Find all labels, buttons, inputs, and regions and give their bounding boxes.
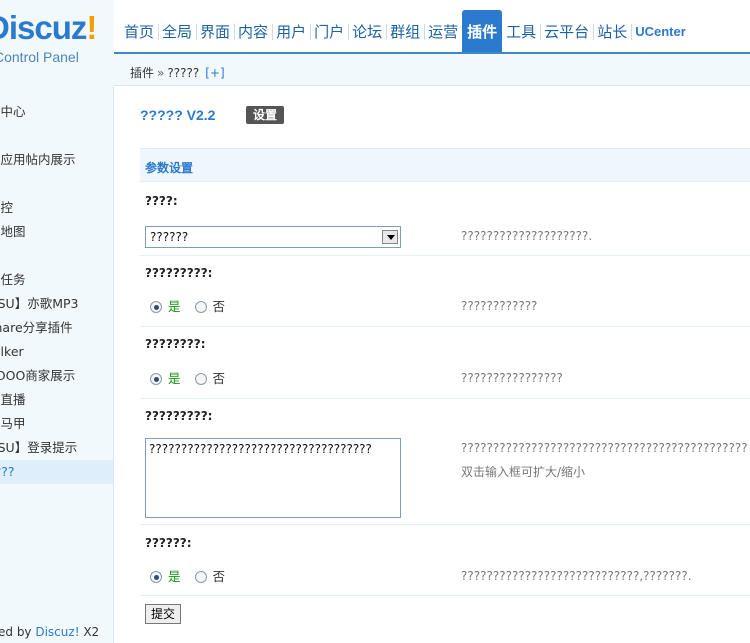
sidebar-item[interactable]: 展中心	[0, 100, 113, 124]
field-tip-resize-hint: 双击输入框可扩大/缩小	[461, 465, 586, 479]
sidebar-item[interactable]: 游应用帖内展示	[0, 148, 113, 172]
sidebar-footer: ed by Discuz! X2	[0, 625, 100, 639]
section-title: 参数设置	[145, 161, 194, 175]
nav-global[interactable]: 全局	[158, 10, 198, 52]
radio-no-label[interactable]: 否	[213, 569, 226, 584]
radio-group: 是否	[150, 368, 226, 386]
radio-yes-label[interactable]: 是	[168, 371, 181, 386]
sidebar-item[interactable]: 件	[0, 124, 113, 148]
breadcrumb-separator: »	[157, 66, 165, 80]
field-tip: ????????????	[461, 299, 538, 313]
sidebar-item[interactable]: 手任务	[0, 268, 113, 292]
breadcrumb: 插件»????? [+]	[130, 64, 225, 81]
submit-button[interactable]: 提交	[145, 604, 182, 624]
sidebar-item[interactable]: Q	[0, 172, 113, 196]
radio-group: 是否	[150, 566, 226, 584]
field-tip: ????????????????????????????????????????…	[461, 441, 748, 455]
radio-yes-label[interactable]: 是	[168, 569, 181, 584]
select-value: ??????	[150, 230, 189, 244]
radio-group: 是否	[150, 296, 226, 314]
nav-plugin[interactable]: 插件	[462, 10, 503, 52]
section-header: 参数设置	[140, 148, 750, 182]
nav-user[interactable]: 用户	[272, 10, 312, 52]
field-tip: ????????????????????????????,???????.	[461, 569, 692, 583]
nav-portal[interactable]: 门户	[310, 10, 350, 52]
option-select[interactable]: ??????	[145, 226, 401, 248]
sidebar: 展中心 件 游应用帖内展示 Q 博控 市地图 影 手任务 DSU】亦歌MP3 s…	[0, 86, 114, 643]
dropdown-arrow-icon[interactable]	[382, 230, 398, 244]
settings-button[interactable]: 设置	[246, 106, 285, 124]
field-label: ????:	[145, 194, 178, 208]
field-label: ?????????:	[145, 409, 213, 423]
sidebar-item[interactable]: DSU】亦歌MP3	[0, 292, 113, 316]
sidebar-item[interactable]: talker	[0, 340, 113, 364]
radio-yes[interactable]	[150, 301, 162, 313]
top-nav: 首页 全局 界面 内容 用户 门户 论坛 群组 运营 插件 工具 云平台 站长 …	[114, 0, 750, 54]
sidebar-item-active[interactable]: ????	[0, 460, 113, 484]
logo-subtitle: Control Panel	[0, 49, 79, 65]
row-divider	[140, 326, 750, 327]
row-divider	[140, 595, 750, 596]
sidebar-item[interactable]: share分享插件	[0, 316, 113, 340]
nav-extended[interactable]: 运营	[424, 10, 462, 52]
radio-no[interactable]	[194, 301, 207, 313]
plugin-title: ????? V2.2	[140, 107, 216, 123]
breadcrumb-bar: 插件»????? [+]	[114, 54, 750, 86]
breadcrumb-root[interactable]: 插件	[130, 66, 154, 80]
row-divider	[140, 398, 750, 399]
radio-no[interactable]	[194, 571, 207, 583]
radio-yes-label[interactable]: 是	[168, 299, 181, 314]
radio-yes[interactable]	[150, 571, 162, 583]
sidebar-item[interactable]: 影	[0, 244, 113, 268]
field-tip: ????????????????	[461, 371, 563, 385]
logo-bang: !	[86, 9, 97, 46]
row-divider	[140, 524, 750, 525]
text-area-input[interactable]: ???????????????????????????????????	[145, 438, 401, 518]
field-label: ?????????:	[145, 266, 213, 280]
sidebar-item[interactable]: 的马甲	[0, 412, 113, 436]
field-label: ??????:	[145, 536, 192, 550]
logo-text: Discuz	[0, 9, 87, 46]
radio-no-label[interactable]: 否	[213, 299, 226, 314]
sidebar-item[interactable]: 视直播	[0, 388, 113, 412]
sidebar-item[interactable]: XOOO商家展示	[0, 364, 113, 388]
nav-founder[interactable]: 站长	[593, 10, 633, 52]
sidebar-item[interactable]: 市地图	[0, 220, 113, 244]
field-label: ????????:	[145, 337, 206, 351]
sidebar-item[interactable]: DSU】登录提示	[0, 436, 113, 460]
nav-ucenter[interactable]: UCenter	[631, 10, 690, 52]
logo-area: Discuz! Control Panel	[0, 0, 114, 86]
nav-content[interactable]: 内容	[234, 10, 274, 52]
breadcrumb-current: ?????	[167, 66, 200, 80]
radio-no-label[interactable]: 否	[213, 371, 226, 386]
nav-group[interactable]: 群组	[386, 10, 426, 52]
nav-forum[interactable]: 论坛	[348, 10, 388, 52]
discuz-link[interactable]: Discuz!	[35, 625, 79, 639]
nav-tools[interactable]: 工具	[502, 10, 542, 52]
discuz-logo[interactable]: Discuz!	[0, 9, 97, 46]
add-to-favorites-link[interactable]: [+]	[205, 66, 224, 80]
field-tip: ????????????????????.	[461, 229, 593, 243]
nav-style[interactable]: 界面	[196, 10, 236, 52]
radio-no[interactable]	[194, 373, 207, 385]
nav-home[interactable]: 首页	[120, 10, 160, 52]
nav-cloud[interactable]: 云平台	[540, 10, 595, 52]
row-divider	[140, 255, 750, 256]
main-content: ????? V2.2 设置 参数设置 ????: ?????? ????????…	[140, 86, 750, 643]
sidebar-item[interactable]: 博控	[0, 196, 113, 220]
radio-yes[interactable]	[150, 373, 162, 385]
